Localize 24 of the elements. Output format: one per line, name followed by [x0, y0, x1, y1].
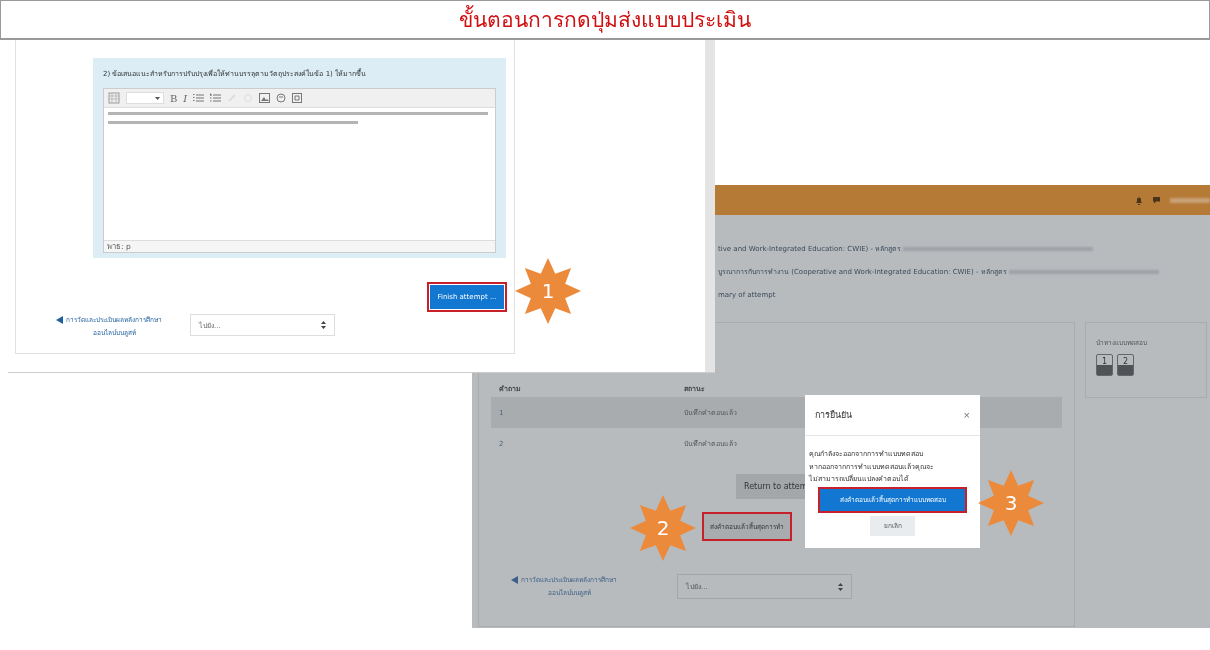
close-button[interactable]: × — [963, 409, 970, 421]
page-title: ขั้นตอนการกดปุ่มส่งแบบประเมิน — [459, 3, 751, 36]
bell-icon — [1135, 195, 1143, 205]
step-badge: 3 — [978, 470, 1044, 536]
caret-icon — [155, 96, 160, 100]
scrollbar[interactable] — [705, 40, 715, 372]
bullet-list-icon[interactable] — [193, 93, 205, 103]
sort-caret-icon — [838, 582, 843, 591]
left-arrow-icon — [56, 316, 63, 324]
paragraph-dropdown[interactable] — [126, 92, 164, 104]
sort-caret-icon — [321, 321, 326, 329]
chat-icon — [1152, 196, 1161, 204]
step-badge: 1 — [515, 258, 581, 324]
left-arrow-icon — [511, 576, 518, 584]
numbered-list-icon[interactable] — [210, 93, 222, 103]
image-icon[interactable] — [259, 93, 271, 103]
blurred-text — [1170, 197, 1210, 203]
step-badge: 2 — [630, 495, 696, 561]
dialog-title: การยืนยัน — [815, 409, 852, 422]
grid-icon[interactable] — [108, 92, 120, 104]
italic-button[interactable]: I — [183, 92, 188, 104]
question-button[interactable]: 1 — [1096, 354, 1113, 376]
question-button[interactable]: 2 — [1117, 354, 1134, 376]
bold-button[interactable]: B — [170, 92, 178, 104]
